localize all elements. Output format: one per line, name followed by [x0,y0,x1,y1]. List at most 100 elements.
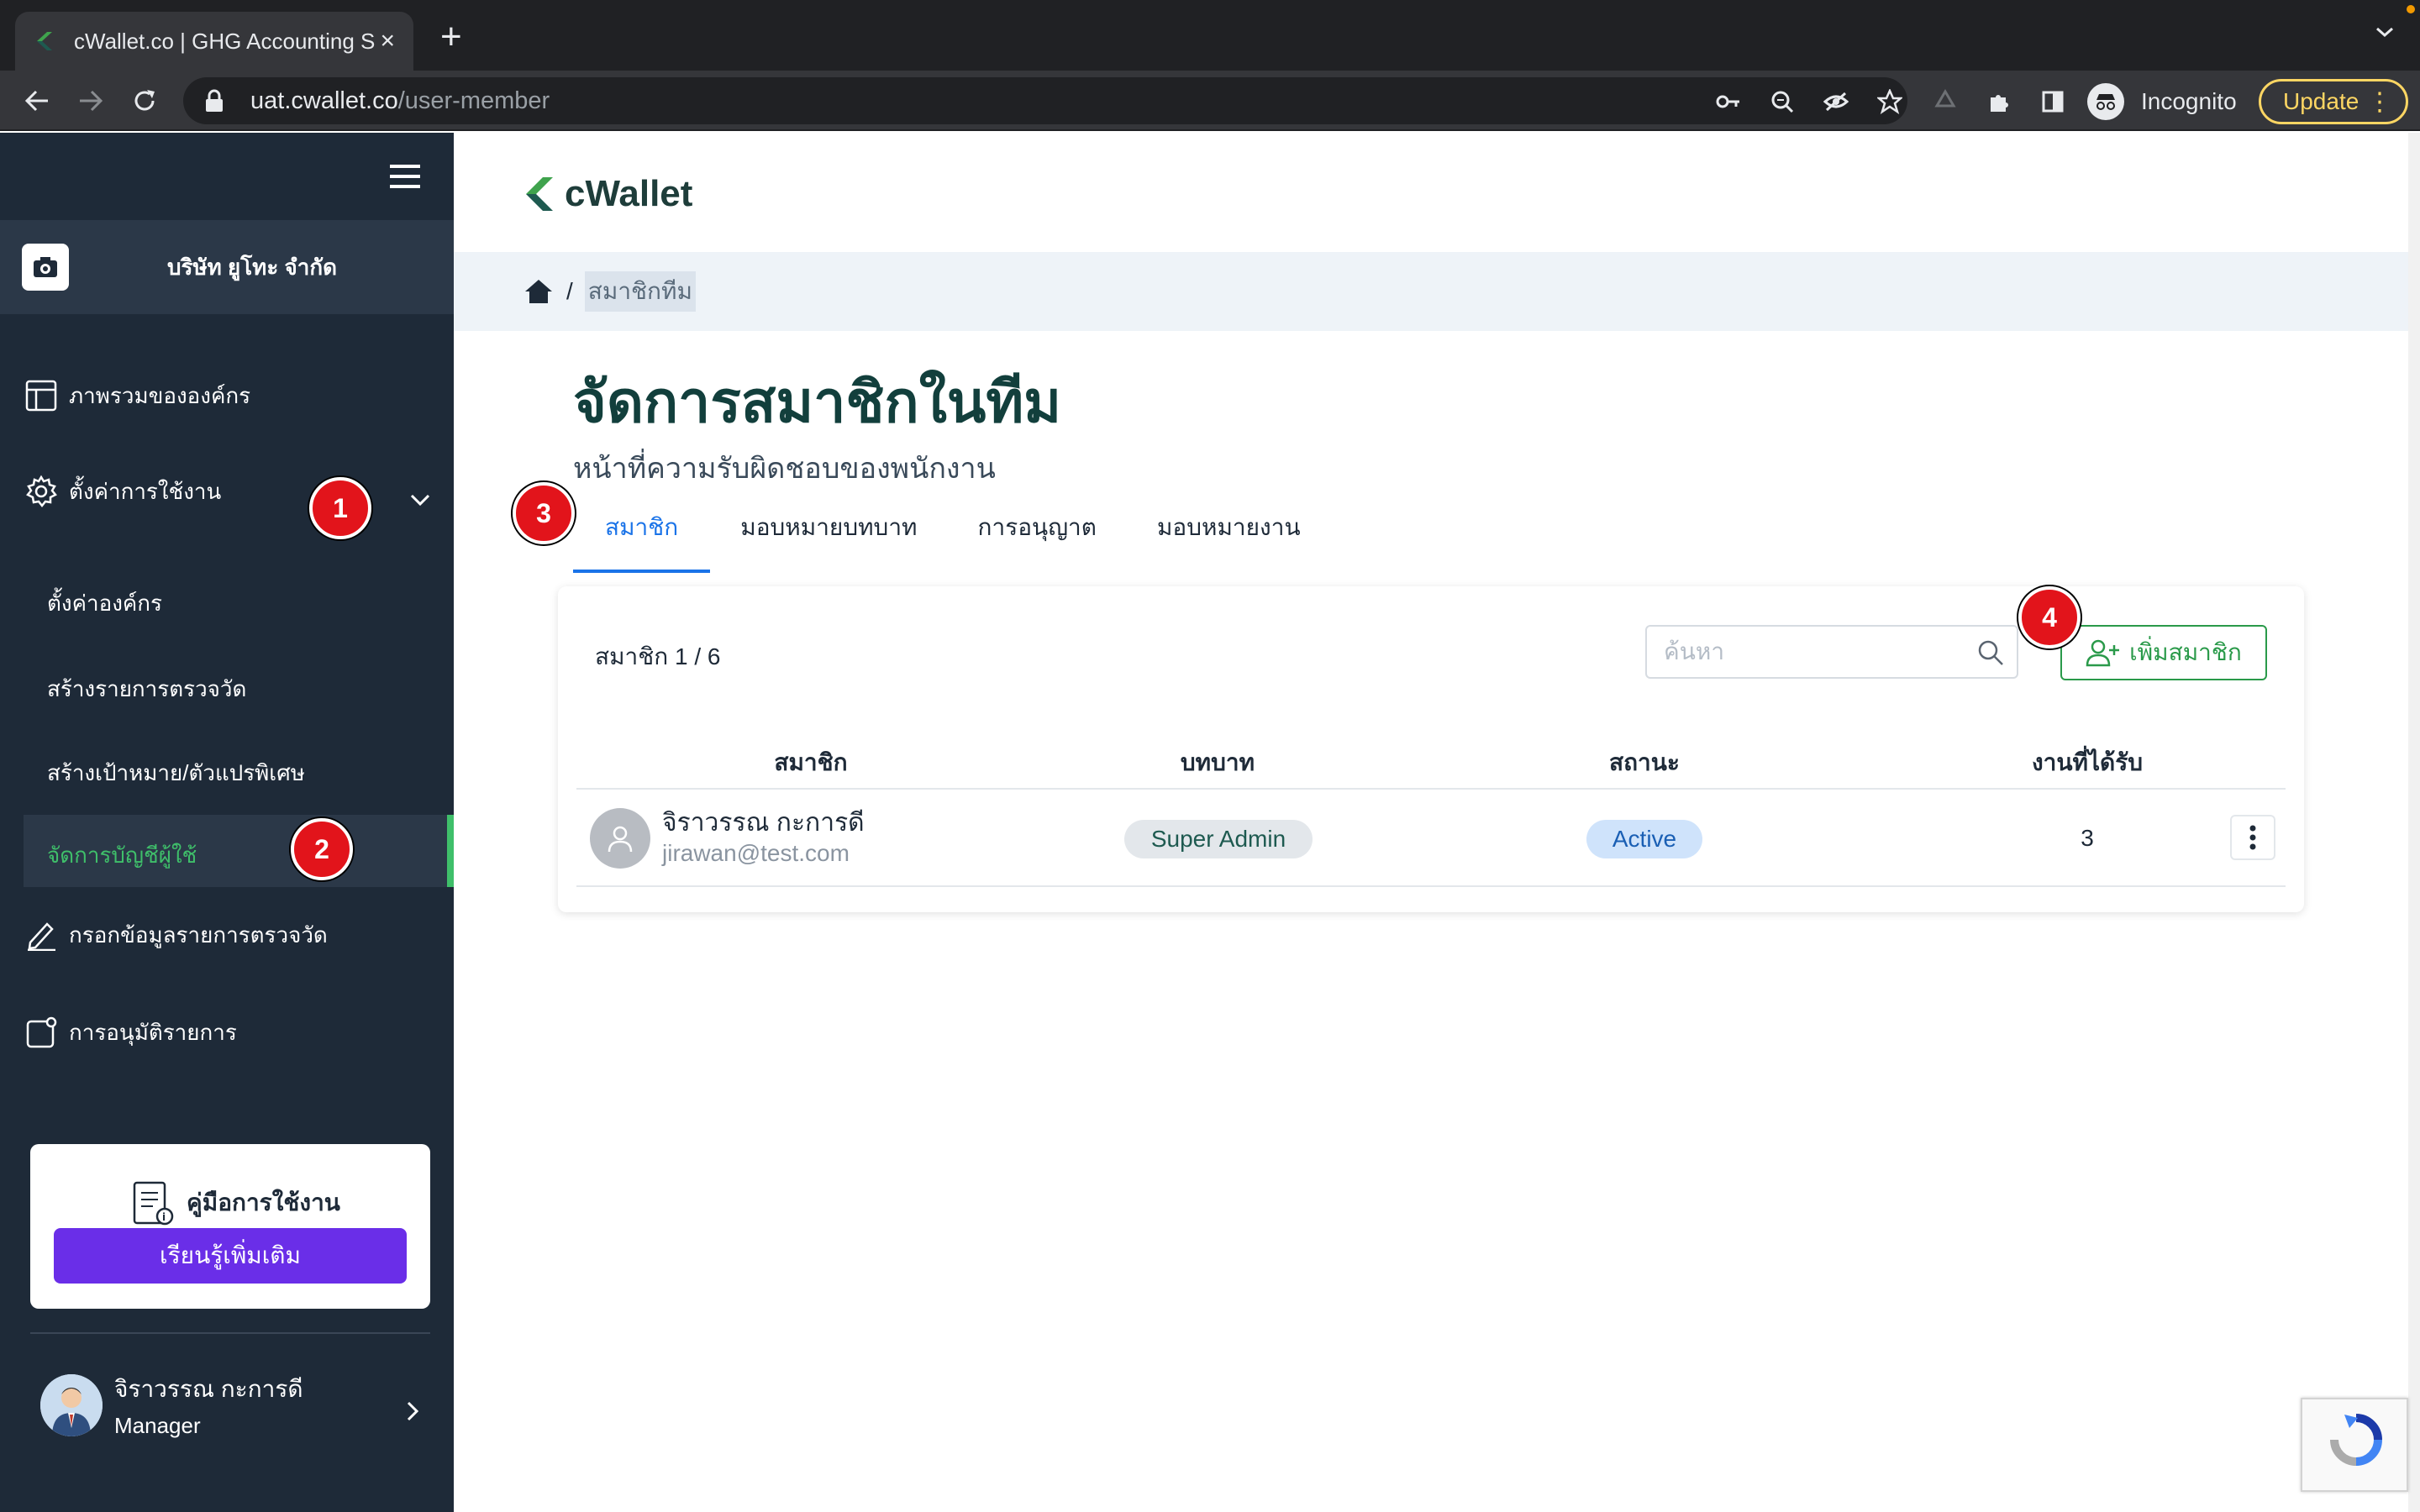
bookmark-star-icon[interactable] [1876,87,1904,116]
notification-dot [2407,5,2415,13]
column-header-tasks: งานที่ได้รับ [2031,749,2144,775]
browser-tab[interactable]: cWallet.co | GHG Accounting S × [15,12,413,71]
browser-menu-icon[interactable]: ⋮ [2367,87,2392,117]
user-guide-card: i คู่มือการใช้งาน เรียนรู้เพิ่มเติม [30,1144,430,1309]
column-header-role: บทบาท [1180,749,1255,775]
update-label: Update [2283,88,2360,114]
sidebar-item-label: กรอกข้อมูลรายการตรวจวัด [69,921,328,948]
reload-icon[interactable] [126,82,163,119]
search-input[interactable] [1664,638,1966,665]
approval-icon [24,1015,59,1050]
breadcrumb-separator: / [566,278,573,304]
row-actions-menu-icon[interactable] [2230,815,2275,860]
tab-members[interactable]: สมาชิก [573,501,711,573]
member-tabs: สมาชิก มอบหมายบทบาท การอนุญาต มอบหมายงาน [573,501,1361,573]
incognito-icon [2087,83,2124,120]
member-name: จิราวรรณ กะการดี [662,809,865,837]
incognito-profile[interactable]: Incognito [2087,82,2237,121]
cwallet-logo[interactable]: cWallet [524,173,692,215]
search-field[interactable] [1645,625,2018,679]
manual-book-icon: i [133,1181,174,1226]
page-subtitle: หน้าที่ความรับผิดชอบของพนักงาน [573,453,996,485]
avatar [40,1373,103,1436]
recaptcha-badge[interactable] [2301,1398,2408,1492]
breadcrumb: / สมาชิกทีม [454,252,2408,331]
column-header-status: สถานะ [1609,749,1680,775]
table-header-divider [576,788,2286,790]
add-member-label: เพิ่มสมาชิก [2129,639,2242,665]
search-icon[interactable] [1976,638,2005,667]
sidebar-item-data-entry[interactable]: กรอกข้อมูลรายการตรวจวัด [24,917,328,953]
company-name: บริษัท ยูโทะ จำกัด [167,254,337,280]
table-row-divider [576,885,2286,887]
cwallet-favicon-icon [37,32,52,50]
zoom-icon[interactable] [1768,87,1797,116]
url-text: uat.cwallet.co/user-member [250,87,550,114]
user-profile[interactable]: จิราวรรณ กะการดี Manager [40,1371,303,1439]
user-name: จิราวรรณ กะการดี [114,1376,303,1402]
status-badge: Active [1586,820,1702,858]
add-user-icon [2086,639,2120,667]
incognito-label: Incognito [2141,88,2237,114]
sidebar-subitem-create-measurement[interactable]: สร้างรายการตรวจวัด [47,672,246,706]
browser-toolbar: uat.cwallet.co/user-member Incognito Upd… [0,71,2420,131]
layout-icon [24,378,59,413]
tab-permissions[interactable]: การอนุญาต [978,501,1097,573]
side-panel-icon[interactable] [2037,86,2069,118]
member-email: jirawan@test.com [662,840,850,866]
add-member-button[interactable]: เพิ่มสมาชิก [2060,625,2267,680]
new-tab-icon[interactable]: + [440,18,462,55]
sidebar: บริษัท ยูโทะ จำกัด ภาพรวมขององค์กร ตั้งค… [0,133,454,1512]
sidebar-divider [30,1332,430,1334]
learn-more-button[interactable]: เรียนรู้เพิ่มเติม [54,1228,407,1284]
brand-name: cWallet [565,173,693,214]
recycle-icon[interactable] [1929,86,1961,118]
annotation-badge-1: 1 [309,477,371,539]
annotation-badge-2: 2 [291,818,353,880]
gear-icon [24,474,59,509]
chevron-down-icon[interactable] [408,492,432,507]
member-count: สมาชิก 1 / 6 [595,643,721,669]
sidebar-subitem-create-target[interactable]: สร้างเป้าหมาย/ตัวแปรพิเศษ [47,756,305,790]
tab-search-chevron-icon[interactable] [2375,25,2395,39]
tab-title: cWallet.co | GHG Accounting S [74,28,376,54]
sidebar-subitem-manage-users[interactable]: จัดการบัญชีผู้ใช้ [24,815,454,887]
pencil-icon [24,917,59,953]
tab-close-icon[interactable]: × [380,29,395,54]
sidebar-item-label: ตั้งค่าการใช้งาน [69,478,222,504]
svg-text:i: i [162,1211,166,1223]
sidebar-item-approval[interactable]: การอนุมัติรายการ [24,1015,237,1050]
annotation-badge-4: 4 [2018,586,2081,648]
cwallet-logo-icon [526,177,553,211]
key-icon[interactable] [1714,87,1743,116]
update-button[interactable]: Update ⋮ [2259,79,2408,124]
extensions-puzzle-icon[interactable] [1983,86,2015,118]
page-scrollbar[interactable] [2408,133,2420,1512]
eye-off-icon[interactable] [1822,87,1850,116]
home-icon[interactable] [524,278,553,305]
breadcrumb-current: สมาชิกทีม [584,271,696,312]
sidebar-subitem-label: จัดการบัญชีผู้ใช้ [47,843,197,868]
column-header-member: สมาชิก [774,749,848,775]
user-placeholder-icon [590,808,650,869]
sidebar-item-settings[interactable]: ตั้งค่าการใช้งาน [24,474,221,509]
sidebar-subitem-org-settings[interactable]: ตั้งค่าองค์กร [47,586,162,621]
lock-icon[interactable] [203,88,225,113]
role-badge: Super Admin [1124,820,1313,858]
tab-assign-task[interactable]: มอบหมายงาน [1157,501,1301,573]
page-title: จัดการสมาชิกในทีม [573,370,1062,434]
address-bar[interactable]: uat.cwallet.co/user-member [183,77,1907,124]
hamburger-menu-icon[interactable] [390,163,424,190]
forward-icon[interactable] [72,82,109,119]
tab-assign-role[interactable]: มอบหมายบทบาท [740,501,917,573]
company-switcher[interactable]: บริษัท ยูโทะ จำกัด [0,220,454,314]
task-count: 3 [2081,825,2094,851]
sidebar-item-label: ภาพรวมขององค์กร [69,382,251,408]
browser-tab-strip: cWallet.co | GHG Accounting S × + [0,0,2420,71]
sidebar-item-overview[interactable]: ภาพรวมขององค์กร [24,378,250,413]
recaptcha-icon [2330,1414,2382,1466]
chevron-right-icon[interactable] [405,1399,420,1423]
back-icon[interactable] [18,82,55,119]
sidebar-item-label: การอนุมัติรายการ [69,1019,237,1045]
user-role: Manager [114,1413,201,1438]
